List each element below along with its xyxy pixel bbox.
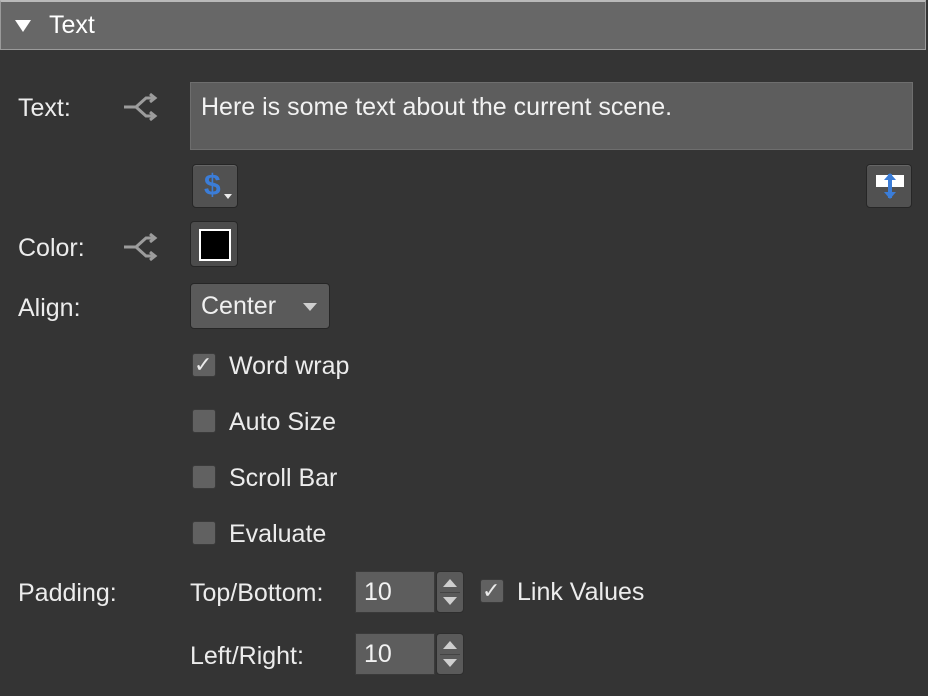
color-label: Color: xyxy=(18,234,85,262)
link-branch-icon[interactable] xyxy=(122,232,160,262)
checkmark-icon: ✓ xyxy=(194,352,213,377)
insert-variable-button[interactable]: $ xyxy=(192,164,238,208)
section-title: Text xyxy=(49,11,95,39)
stepper-divider xyxy=(440,654,460,655)
stepper-up-icon[interactable] xyxy=(443,579,457,587)
text-inspector-panel: Text Text: Here is some text about the c… xyxy=(0,0,928,696)
evaluate-label[interactable]: Evaluate xyxy=(229,520,326,549)
chevron-down-icon xyxy=(303,303,317,311)
link-branch-icon[interactable] xyxy=(122,92,160,122)
word-wrap-label[interactable]: Word wrap xyxy=(229,352,349,381)
checkmark-icon: ✓ xyxy=(482,578,501,603)
scroll-bar-label[interactable]: Scroll Bar xyxy=(229,464,337,493)
stepper-down-icon[interactable] xyxy=(443,659,457,667)
top-bottom-input[interactable]: 10 xyxy=(355,571,435,613)
align-select[interactable]: Center xyxy=(190,283,330,329)
color-well[interactable] xyxy=(190,221,238,267)
link-values-label[interactable]: Link Values xyxy=(517,578,644,607)
left-right-stepper[interactable] xyxy=(436,633,464,675)
link-values-checkbox[interactable]: ✓ xyxy=(480,578,504,603)
expand-editor-icon xyxy=(876,173,904,199)
word-wrap-checkbox[interactable]: ✓ xyxy=(192,352,216,377)
stepper-up-icon[interactable] xyxy=(443,641,457,649)
text-content-field[interactable]: Here is some text about the current scen… xyxy=(190,82,913,150)
evaluate-checkbox[interactable] xyxy=(192,521,216,545)
top-bottom-label: Top/Bottom: xyxy=(190,579,324,607)
left-right-label: Left/Right: xyxy=(190,642,304,670)
align-selected-value: Center xyxy=(201,291,277,320)
scroll-bar-checkbox[interactable] xyxy=(192,465,216,489)
padding-label: Padding: xyxy=(18,579,117,607)
stepper-down-icon[interactable] xyxy=(443,597,457,605)
left-right-input[interactable]: 10 xyxy=(355,633,435,675)
top-bottom-stepper[interactable] xyxy=(436,571,464,613)
dollar-insert-icon: $ xyxy=(204,169,221,202)
color-swatch xyxy=(199,229,231,261)
auto-size-checkbox[interactable] xyxy=(192,409,216,433)
disclosure-triangle-icon[interactable] xyxy=(15,19,31,32)
text-label: Text: xyxy=(18,94,71,122)
section-header[interactable]: Text xyxy=(0,0,926,50)
dropdown-indicator-icon xyxy=(224,194,232,199)
stepper-divider xyxy=(440,592,460,593)
auto-size-label[interactable]: Auto Size xyxy=(229,408,336,437)
expand-editor-button[interactable] xyxy=(866,164,912,208)
align-label: Align: xyxy=(18,294,81,322)
